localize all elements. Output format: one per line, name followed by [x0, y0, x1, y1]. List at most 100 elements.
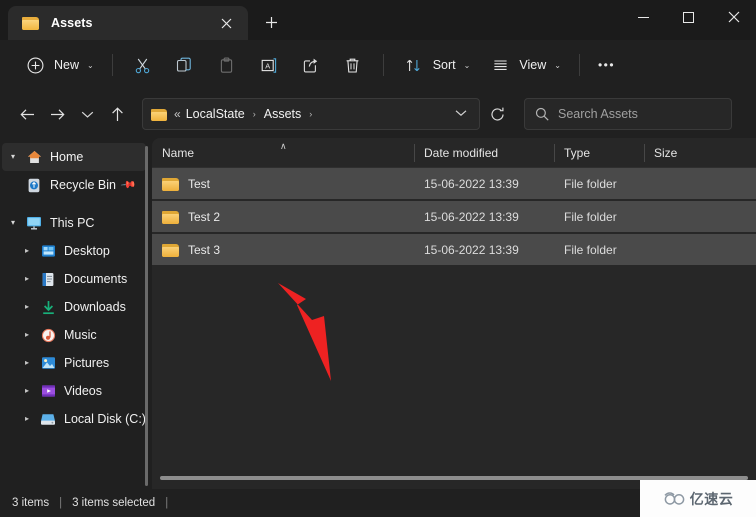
folder-icon [162, 210, 179, 224]
cell-type: File folder [564, 209, 617, 224]
chevron-down-icon: ⌄ [463, 60, 471, 70]
delete-button[interactable] [332, 49, 374, 81]
file-name: Test 2 [188, 209, 221, 224]
scissors-icon [131, 53, 155, 77]
chevron-right-icon[interactable]: ▸ [16, 331, 38, 339]
sidebar-item-recycle-bin[interactable]: Recycle Bin 📌 [2, 171, 146, 199]
tab-assets[interactable]: Assets [8, 6, 248, 40]
toolbar-divider [111, 54, 113, 76]
table-row[interactable]: Test 3 15-06-2022 13:39 File folder [152, 234, 756, 265]
sidebar-item-downloads[interactable]: ▸ Downloads [2, 293, 146, 321]
sidebar-item-documents[interactable]: ▸ Documents [2, 265, 146, 293]
share-button[interactable] [290, 49, 332, 81]
sidebar-item-pictures[interactable]: ▸ Pictures [2, 349, 146, 377]
watermark-logo: 亿速云 [640, 480, 756, 517]
share-icon [299, 53, 323, 77]
chevron-down-icon[interactable]: ▾ [2, 153, 24, 161]
sidebar-item-music[interactable]: ▸ Music [2, 321, 146, 349]
pin-icon[interactable]: 📌 [120, 177, 137, 193]
recent-locations-button[interactable] [72, 99, 102, 129]
back-button[interactable] [12, 99, 42, 129]
sidebar-item-label: Home [50, 150, 84, 164]
new-tab-button[interactable] [258, 9, 284, 35]
minimize-button[interactable] [621, 0, 666, 34]
search-box[interactable]: Search Assets [524, 98, 732, 130]
command-bar: New ⌄ A Sort ⌄ View ⌄ ••• [0, 40, 756, 90]
sidebar-item-desktop[interactable]: ▸ Desktop [2, 237, 146, 265]
refresh-button[interactable] [482, 99, 512, 129]
chevron-right-icon[interactable]: ▸ [16, 247, 38, 255]
folder-icon [162, 177, 179, 191]
sidebar-item-label: Videos [64, 384, 102, 398]
chevron-down-icon [81, 111, 93, 118]
chevron-down-icon: ⌄ [554, 60, 561, 70]
file-list-pane: Name ∧ Date modified Type Size Test 15-0… [152, 138, 756, 489]
cell-name: Test 2 [152, 210, 414, 224]
disk-icon [38, 413, 58, 426]
breadcrumb-item-localstate[interactable]: LocalState [185, 107, 246, 121]
toolbar-divider-2 [382, 54, 384, 76]
sidebar-item-videos[interactable]: ▸ Videos [2, 377, 146, 405]
close-icon[interactable] [214, 11, 238, 35]
sort-button[interactable]: Sort ⌄ [393, 49, 480, 81]
sidebar-scrollbar[interactable] [145, 146, 148, 486]
sidebar-item-label: Pictures [64, 356, 110, 370]
view-button[interactable]: View ⌄ [479, 49, 570, 81]
chevron-right-icon[interactable]: ▸ [16, 415, 38, 423]
cell-type: File folder [564, 176, 617, 191]
sidebar-item-this-pc[interactable]: ▾ This PC [2, 209, 146, 237]
rename-icon: A [257, 53, 281, 77]
forward-button[interactable] [42, 99, 72, 129]
column-header-size[interactable]: Size [644, 138, 714, 168]
chevron-right-icon[interactable]: › [309, 109, 312, 119]
status-divider: | [165, 497, 169, 509]
sidebar-item-home[interactable]: ▾ Home [2, 143, 146, 171]
copy-button[interactable] [164, 49, 206, 81]
column-header-label: Type [564, 145, 591, 160]
arrow-left-icon [19, 108, 34, 120]
chevron-right-icon[interactable]: ▸ [16, 387, 38, 395]
sidebar-item-label: Downloads [64, 300, 126, 314]
table-row[interactable]: Test 15-06-2022 13:39 File folder [152, 168, 756, 199]
file-name: Test [188, 176, 211, 191]
column-header-label: Date modified [424, 145, 499, 160]
breadcrumb-dropdown-button[interactable] [447, 109, 475, 119]
toolbar-divider-3 [578, 54, 580, 76]
rename-button[interactable]: A [248, 49, 290, 81]
sidebar-item-local-disk-c[interactable]: ▸ Local Disk (C:) [2, 405, 146, 433]
more-options-button[interactable]: ••• [589, 49, 624, 81]
tab-strip: Assets [0, 0, 756, 40]
column-header-label: Name [162, 145, 195, 160]
sidebar-item-label: Local Disk (C:) [64, 412, 146, 426]
cell-date-modified: 15-06-2022 13:39 [424, 242, 519, 257]
downloads-icon [38, 300, 58, 315]
column-header-name[interactable]: Name ∧ [152, 138, 414, 168]
breadcrumb-item-assets[interactable]: Assets [263, 107, 303, 121]
plus-icon [265, 16, 277, 28]
breadcrumb-overflow[interactable]: « [174, 107, 181, 121]
close-window-button[interactable] [711, 0, 756, 34]
chevron-right-icon[interactable]: › [253, 109, 256, 119]
maximize-icon [683, 11, 694, 23]
table-row[interactable]: Test 2 15-06-2022 13:39 File folder [152, 201, 756, 232]
paste-button[interactable] [206, 49, 248, 81]
column-header-date-modified[interactable]: Date modified [414, 138, 554, 168]
close-icon [728, 11, 739, 23]
file-rows: Test 15-06-2022 13:39 File folder Test 2… [152, 168, 756, 489]
search-input[interactable]: Search Assets [558, 107, 638, 121]
navigation-pane: ▾ Home Recycle Bin 📌 ▾ This PC ▸ Desktop… [0, 138, 152, 489]
chevron-down-icon[interactable]: ▾ [2, 219, 24, 227]
view-button-label: View [519, 58, 547, 72]
up-button[interactable] [102, 99, 132, 129]
chevron-right-icon[interactable]: ▸ [16, 359, 38, 367]
breadcrumb[interactable]: « LocalState › Assets › [142, 98, 480, 130]
column-headers: Name ∧ Date modified Type Size [152, 138, 756, 168]
file-explorer-window: Assets New ⌄ A Sort ⌄ View ⌄ ••• « Local… [0, 0, 756, 517]
new-button[interactable]: New ⌄ [14, 49, 103, 81]
cut-button[interactable] [122, 49, 164, 81]
chevron-right-icon[interactable]: ▸ [16, 303, 38, 311]
maximize-button[interactable] [666, 0, 711, 34]
sidebar-item-label: This PC [50, 216, 95, 230]
chevron-right-icon[interactable]: ▸ [16, 275, 38, 283]
column-header-type[interactable]: Type [554, 138, 644, 168]
